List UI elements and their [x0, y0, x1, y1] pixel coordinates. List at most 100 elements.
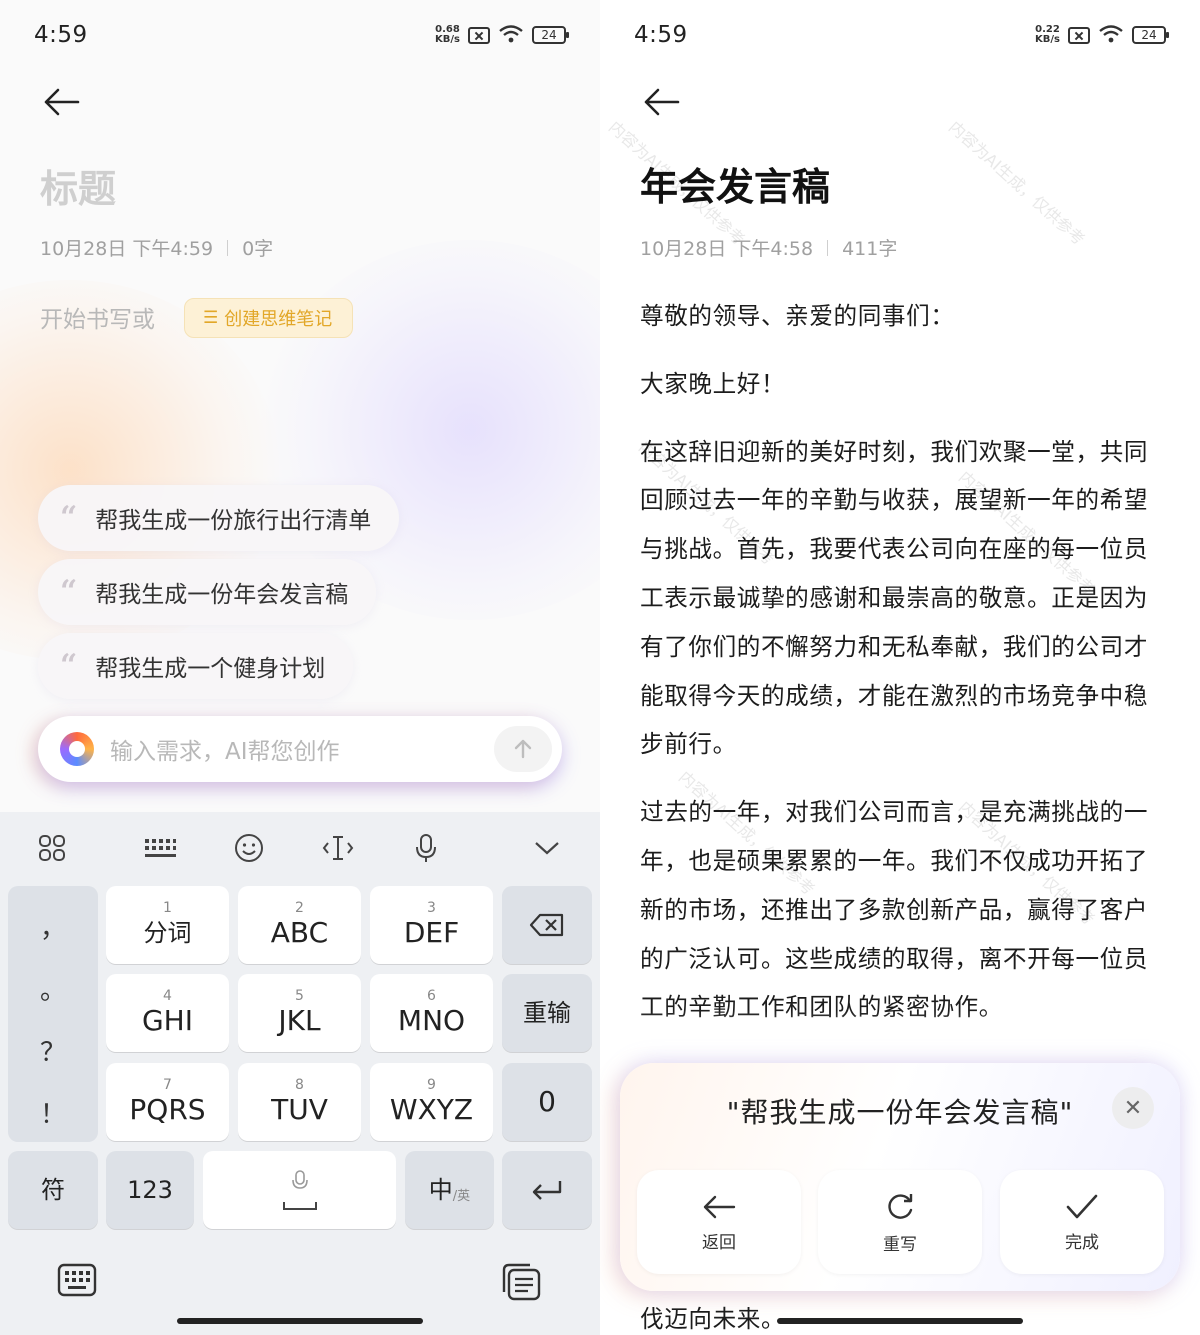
punctuation-column[interactable]: ， 。 ？ ！: [8, 886, 98, 1142]
microphone-icon[interactable]: [406, 830, 446, 866]
suggestion-label: 帮我生成一份旅行出行清单: [95, 508, 372, 534]
punctuation-key[interactable]: ！: [8, 1094, 98, 1131]
keyboard: ， 。 ？ ！ 1 分词 2 ABC 3 DEF 4 GHI 5 JKL 6 M…: [0, 812, 600, 1335]
no-sim-icon: [1068, 26, 1090, 44]
send-arrow-up-icon[interactable]: [494, 726, 552, 772]
key-label: GHI: [141, 1004, 193, 1037]
note-paragraph-tail: 伐迈向未来。: [640, 1305, 786, 1333]
rewrite-button[interactable]: 重写: [818, 1170, 982, 1274]
battery-icon: 24: [532, 26, 569, 44]
key-label: ABC: [270, 916, 329, 949]
back-arrow-icon[interactable]: [640, 82, 684, 126]
punctuation-key[interactable]: 。: [8, 970, 98, 1007]
emoji-icon[interactable]: [229, 830, 269, 866]
suggestion-label: 帮我生成一份年会发言稿: [95, 582, 349, 608]
key-2-abc[interactable]: 2 ABC: [238, 886, 361, 964]
back-button[interactable]: 返回: [637, 1170, 801, 1274]
note-body[interactable]: 尊敬的领导、亲爱的同事们： 大家晚上好！ 在这辞旧迎新的美好时刻，我们欢聚一堂，…: [640, 292, 1150, 1051]
note-meta: 10月28日 下午4:58 411字: [640, 234, 897, 261]
keyboard-toolbar: [0, 812, 600, 882]
refresh-icon: [888, 1193, 913, 1219]
key-9-wxyz[interactable]: 9 WXYZ: [370, 1063, 493, 1141]
key-number: 4: [163, 988, 172, 1004]
status-icons: 0.68 KB/s 24: [435, 24, 569, 46]
key-sub-label: /英: [452, 1188, 471, 1204]
key-1-segment[interactable]: 1 分词: [106, 886, 229, 964]
home-indicator[interactable]: [177, 1318, 423, 1324]
note-date: 10月28日 下午4:58: [640, 238, 814, 260]
note-title[interactable]: 年会发言稿: [640, 156, 830, 211]
enter-icon: [532, 1181, 562, 1200]
key-number: 9: [427, 1077, 436, 1093]
checkmark-icon: [1066, 1194, 1098, 1218]
key-label: PQRS: [129, 1093, 206, 1126]
quote-icon: “: [60, 500, 78, 535]
note-meta: 10月28日 下午4:59 0字: [40, 234, 273, 261]
no-sim-icon: [468, 26, 490, 44]
key-6-mno[interactable]: 6 MNO: [370, 974, 493, 1052]
status-time: 4:59: [34, 22, 88, 48]
note-paragraph: 尊敬的领导、亲爱的同事们：: [640, 302, 955, 330]
back-button-label: 返回: [702, 1232, 736, 1253]
key-label: 符: [41, 1176, 65, 1204]
status-bar: 4:59 0.22 KB/s 24: [600, 0, 1200, 72]
note-date: 10月28日 下午4:59: [40, 238, 214, 260]
quote-icon: “: [60, 648, 78, 683]
key-label: 0: [538, 1085, 556, 1118]
key-8-tuv[interactable]: 8 TUV: [238, 1063, 361, 1141]
enter-key[interactable]: [502, 1151, 592, 1229]
key-label: WXYZ: [389, 1093, 474, 1126]
key-7-pqrs[interactable]: 7 PQRS: [106, 1063, 229, 1141]
keyboard-layout-icon[interactable]: [140, 830, 180, 866]
key-4-ghi[interactable]: 4 GHI: [106, 974, 229, 1052]
clipboard-icon[interactable]: [500, 1262, 541, 1301]
punctuation-key[interactable]: ，: [8, 908, 98, 945]
reinput-key[interactable]: 重输: [502, 974, 592, 1052]
ai-prompt-text: "帮我生成一份年会发言稿": [726, 1096, 1074, 1129]
language-switch-key[interactable]: 中 /英: [405, 1151, 494, 1229]
microphone-icon: [291, 1170, 308, 1189]
note-paragraph: 大家晚上好！: [640, 369, 786, 398]
create-mindmap-label: 创建思维笔记: [224, 309, 333, 330]
key-5-jkl[interactable]: 5 JKL: [238, 974, 361, 1052]
collapse-chevron-down-icon[interactable]: [527, 830, 567, 866]
done-button[interactable]: 完成: [1000, 1170, 1164, 1274]
suggestion-chip[interactable]: “ 帮我生成一份年会发言稿: [38, 559, 377, 625]
key-number: 2: [295, 900, 304, 916]
note-paragraph: 过去的一年，对我们公司而言，是充满挑战的一年，也是硕果累累的一年。我们不仅成功开…: [640, 798, 1149, 1022]
backspace-key[interactable]: [502, 886, 592, 964]
create-mindmap-button[interactable]: ☰ 创建思维笔记: [184, 298, 354, 338]
key-number: 3: [427, 900, 436, 916]
content-fade: [600, 1010, 1200, 1070]
cursor-control-icon[interactable]: [318, 830, 358, 866]
ai-prompt-input[interactable]: 输入需求，AI帮您创作: [38, 716, 562, 782]
numeric-key[interactable]: 123: [106, 1151, 194, 1229]
wifi-icon: [1098, 24, 1124, 46]
home-indicator[interactable]: [777, 1318, 1023, 1324]
key-number: 8: [295, 1077, 304, 1093]
space-key[interactable]: [203, 1151, 396, 1229]
note-title-input[interactable]: 标题: [40, 158, 116, 213]
key-0[interactable]: 0: [502, 1063, 592, 1141]
wifi-icon: [498, 24, 524, 46]
punctuation-key[interactable]: ？: [8, 1032, 98, 1069]
key-label: TUV: [271, 1093, 328, 1126]
note-paragraph: 在这辞旧迎新的美好时刻，我们欢聚一堂，共同回顾过去一年的辛勤与收获，展望新一年的…: [640, 437, 1149, 759]
key-number: 1: [163, 900, 172, 916]
battery-icon: 24: [1132, 26, 1169, 44]
keyboard-icon[interactable]: [57, 1262, 97, 1298]
key-number: 6: [427, 988, 436, 1004]
key-3-def[interactable]: 3 DEF: [370, 886, 493, 964]
close-icon[interactable]: ✕: [1112, 1087, 1154, 1129]
back-arrow-icon[interactable]: [40, 82, 84, 126]
grid-menu-icon[interactable]: [32, 830, 72, 866]
meta-divider: [227, 239, 229, 256]
network-speed: 0.22 KB/s: [1035, 25, 1060, 45]
key-number: 7: [163, 1077, 172, 1093]
network-speed: 0.68 KB/s: [435, 25, 460, 45]
suggestion-chip[interactable]: “ 帮我生成一个健身计划: [38, 633, 354, 699]
symbol-key[interactable]: 符: [8, 1151, 98, 1229]
note-word-count: 0字: [242, 238, 274, 260]
suggestion-chip[interactable]: “ 帮我生成一份旅行出行清单: [38, 485, 400, 551]
start-writing-hint[interactable]: 开始书写或: [40, 300, 155, 334]
